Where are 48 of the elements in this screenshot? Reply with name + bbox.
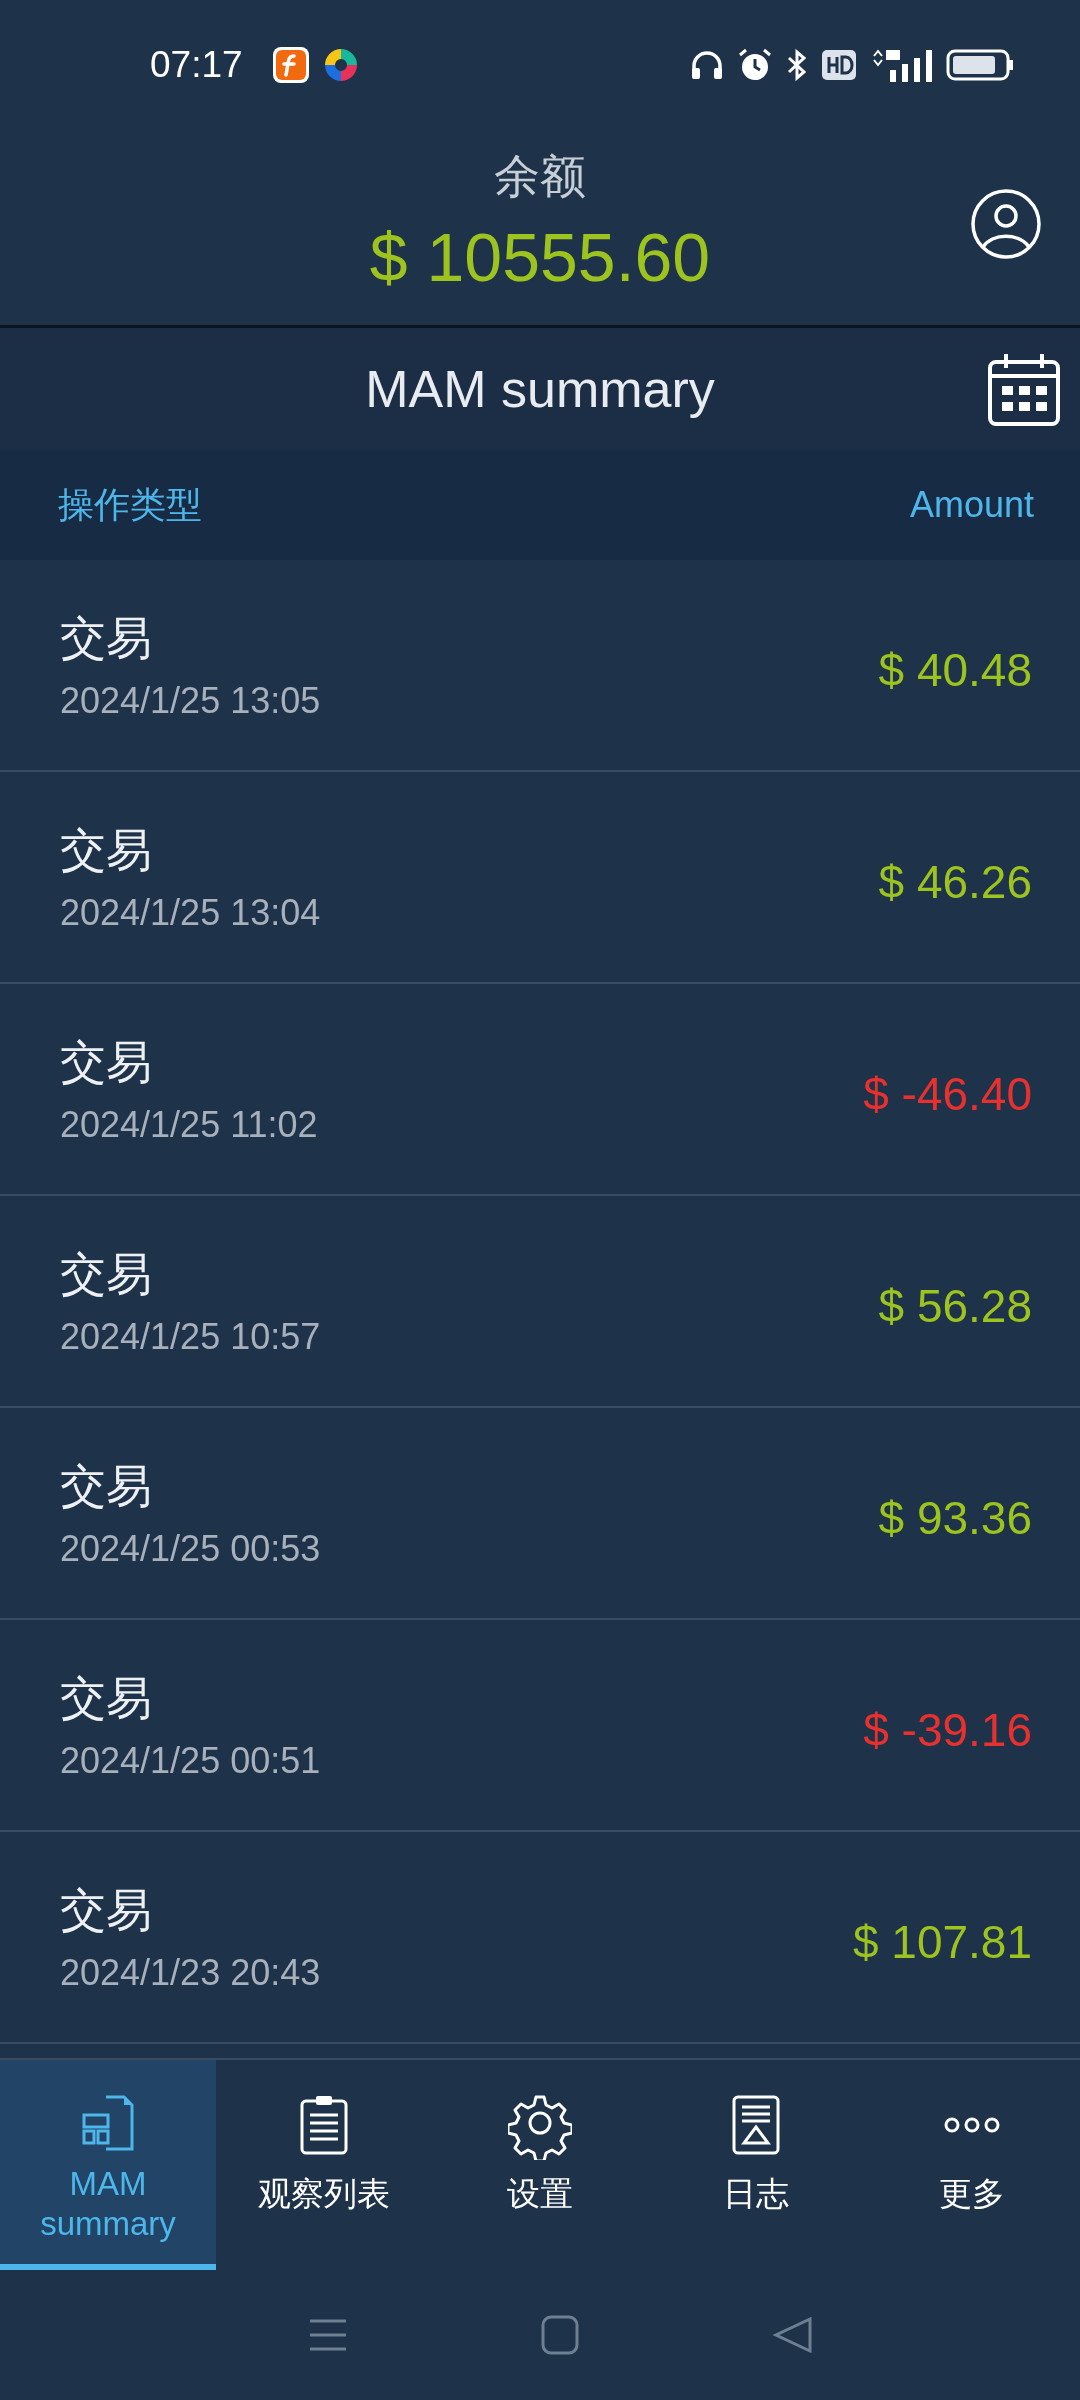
balance-label: 余额 bbox=[493, 149, 587, 204]
clock-time: 07:17 bbox=[150, 44, 243, 86]
square-icon bbox=[539, 2315, 581, 2355]
bluetooth-icon bbox=[786, 48, 808, 82]
transaction-type: 交易 bbox=[60, 823, 152, 878]
transaction-amount: $ -39.16 bbox=[863, 1703, 1032, 1757]
nav-tab[interactable]: 设置 bbox=[432, 2060, 648, 2270]
transaction-date: 2024/1/23 20:43 bbox=[60, 1952, 321, 1994]
transaction-amount: $ 40.48 bbox=[878, 643, 1032, 697]
nav-tab[interactable]: 日志 bbox=[648, 2060, 864, 2270]
transaction-amount: $ 93.36 bbox=[878, 1491, 1032, 1545]
back-icon bbox=[772, 2315, 815, 2355]
transaction-date: 2024/1/25 10:57 bbox=[60, 1316, 321, 1358]
home-button[interactable] bbox=[539, 2315, 581, 2355]
transaction-date: 2024/1/25 00:53 bbox=[60, 1528, 321, 1570]
transaction-date: 2024/1/25 13:05 bbox=[60, 680, 321, 722]
back-button[interactable] bbox=[772, 2315, 815, 2355]
calendar-icon bbox=[986, 352, 1062, 428]
app-notification-icon bbox=[322, 47, 359, 83]
profile-button[interactable] bbox=[970, 188, 1042, 260]
page-title: MAM summary bbox=[365, 359, 715, 419]
transaction-type: 交易 bbox=[60, 1459, 152, 1514]
transaction-date: 2024/1/25 00:51 bbox=[60, 1740, 321, 1782]
transaction-type: 交易 bbox=[60, 1035, 152, 1090]
balance-amount: $ 10555.60 bbox=[369, 218, 711, 297]
transaction-amount: $ 56.28 bbox=[878, 1279, 1032, 1333]
battery-icon bbox=[946, 49, 1014, 81]
transaction-amount: $ -46.40 bbox=[863, 1067, 1032, 1121]
alarm-icon bbox=[738, 48, 772, 82]
user-icon bbox=[970, 188, 1042, 260]
headphones-icon bbox=[690, 49, 724, 81]
column-header: Amount bbox=[909, 484, 1034, 526]
nav-tab[interactable]: 观察列表 bbox=[216, 2060, 432, 2270]
transaction-type: 交易 bbox=[60, 1883, 152, 1938]
transaction-amount: $ 107.81 bbox=[852, 1915, 1032, 1969]
hd-icon bbox=[822, 50, 856, 80]
transaction-type: 交易 bbox=[60, 1247, 152, 1302]
calendar-button[interactable] bbox=[986, 352, 1062, 428]
transaction-type: 交易 bbox=[60, 1671, 152, 1726]
transaction-date: 2024/1/25 11:02 bbox=[60, 1104, 318, 1146]
app-notification-icon bbox=[272, 47, 309, 83]
signal-icon bbox=[870, 48, 932, 82]
transaction-type: 交易 bbox=[60, 611, 152, 666]
column-header: 操作类型 bbox=[58, 482, 202, 527]
transaction-amount: $ 46.26 bbox=[878, 855, 1032, 909]
nav-tab[interactable]: 更多 bbox=[864, 2060, 1080, 2270]
transaction-date: 2024/1/25 13:04 bbox=[60, 892, 321, 934]
nav-tab[interactable]: MAM summary bbox=[0, 2060, 216, 2270]
